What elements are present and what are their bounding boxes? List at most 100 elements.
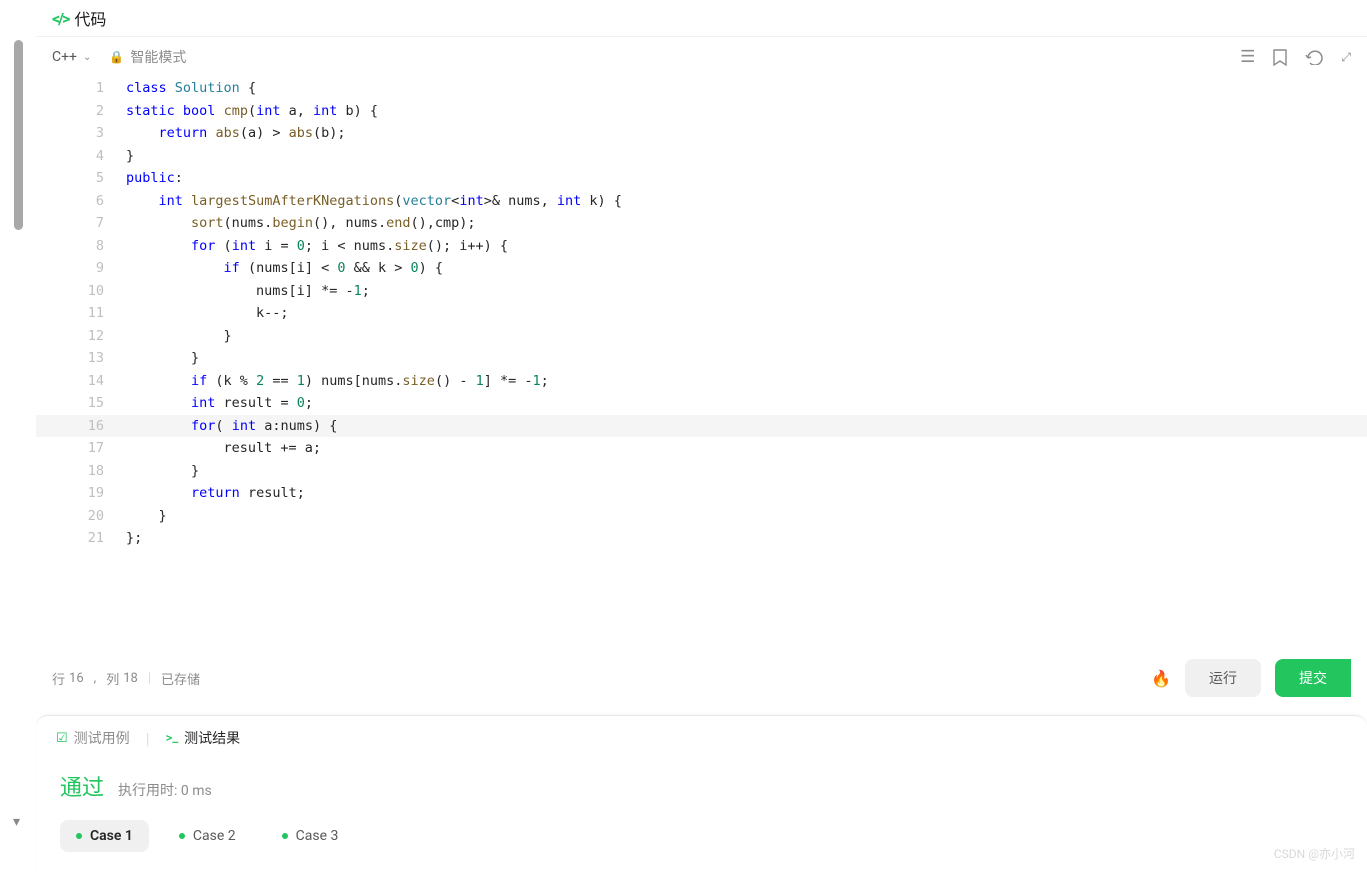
code-line[interactable]: 3 return abs(a) > abs(b);	[36, 122, 1367, 145]
tab-result[interactable]: >_ 测试结果	[166, 728, 241, 748]
line-number: 16	[36, 415, 126, 438]
code-content: int result = 0;	[126, 392, 313, 415]
scrollbar-down-arrow[interactable]: ▾	[13, 814, 20, 830]
results-tabs: ☑ 测试用例 | >_ 测试结果	[36, 716, 1367, 760]
code-line[interactable]: 18 }	[36, 460, 1367, 483]
line-number: 13	[36, 347, 126, 370]
status-bar: 行 16, 列 18 | 已存储 🔥 运行 提交	[36, 644, 1367, 711]
timing: 执行用时: 0 ms	[118, 780, 212, 800]
case-list: Case 1 Case 2 Case 3	[60, 820, 1343, 852]
line-number: 9	[36, 257, 126, 280]
line-number: 10	[36, 280, 126, 303]
saved-label: 已存储	[161, 669, 200, 688]
list-icon[interactable]: ☰	[1240, 47, 1255, 67]
line-number: 18	[36, 460, 126, 483]
code-line[interactable]: 20 }	[36, 505, 1367, 528]
panel-header: </> 代码	[36, 0, 1367, 37]
code-content: public:	[126, 167, 183, 190]
fire-icon[interactable]: 🔥	[1151, 669, 1171, 688]
code-line[interactable]: 16 for( int a:nums) {	[36, 415, 1367, 438]
undo-icon[interactable]	[1305, 49, 1323, 65]
result-body: 通过 执行用时: 0 ms Case 1 Case 2 Case 3	[36, 760, 1367, 872]
code-line[interactable]: 6 int largestSumAfterKNegations(vector<i…	[36, 190, 1367, 213]
code-content: for( int a:nums) {	[126, 415, 337, 438]
line-number: 12	[36, 325, 126, 348]
case-label: Case 2	[193, 828, 236, 844]
smart-mode: 🔒 智能模式	[109, 47, 186, 67]
code-line[interactable]: 5public:	[36, 167, 1367, 190]
code-line[interactable]: 12 }	[36, 325, 1367, 348]
case-button[interactable]: Case 2	[163, 820, 252, 852]
line-number: 5	[36, 167, 126, 190]
case-button[interactable]: Case 1	[60, 820, 149, 852]
code-content: };	[126, 527, 142, 550]
status-dot-icon	[282, 833, 288, 839]
line-number: 7	[36, 212, 126, 235]
code-line[interactable]: 1class Solution {	[36, 77, 1367, 100]
panel-title: 代码	[74, 6, 106, 30]
code-line[interactable]: 15 int result = 0;	[36, 392, 1367, 415]
code-content: nums[i] *= -1;	[126, 280, 370, 303]
toolbar-right: ☰ ⤢	[1240, 47, 1351, 67]
main-panel: </> 代码 C++ ⌄ 🔒 智能模式 ☰ ⤢ 1class Solution …	[36, 0, 1367, 872]
code-line[interactable]: 2static bool cmp(int a, int b) {	[36, 100, 1367, 123]
language-label: C++	[52, 49, 77, 65]
code-content: if (k % 2 == 1) nums[nums.size() - 1] *=…	[126, 370, 549, 393]
line-number: 8	[36, 235, 126, 258]
status-dot-icon	[179, 833, 185, 839]
editor-toolbar: C++ ⌄ 🔒 智能模式 ☰ ⤢	[36, 37, 1367, 77]
submit-button[interactable]: 提交	[1275, 659, 1351, 697]
code-editor[interactable]: 1class Solution {2static bool cmp(int a,…	[36, 77, 1367, 644]
code-line[interactable]: 11 k--;	[36, 302, 1367, 325]
code-line[interactable]: 4}	[36, 145, 1367, 168]
terminal-icon: >_	[166, 731, 179, 746]
code-line[interactable]: 19 return result;	[36, 482, 1367, 505]
code-line[interactable]: 21};	[36, 527, 1367, 550]
code-content: }	[126, 325, 232, 348]
bookmark-icon[interactable]	[1273, 49, 1287, 66]
code-content: }	[126, 505, 167, 528]
line-number: 20	[36, 505, 126, 528]
case-label: Case 1	[90, 828, 133, 844]
cursor-col-label: 列	[106, 669, 119, 688]
code-content: return result;	[126, 482, 305, 505]
code-line[interactable]: 17 result += a;	[36, 437, 1367, 460]
checkbox-icon: ☑	[56, 731, 68, 746]
tab-separator: |	[146, 729, 150, 748]
case-label: Case 3	[296, 828, 339, 844]
code-line[interactable]: 14 if (k % 2 == 1) nums[nums.size() - 1]…	[36, 370, 1367, 393]
chevron-down-icon: ⌄	[83, 52, 91, 63]
code-content: }	[126, 145, 134, 168]
tab-label: 测试用例	[74, 728, 130, 748]
code-content: }	[126, 460, 199, 483]
code-line[interactable]: 7 sort(nums.begin(), nums.end(),cmp);	[36, 212, 1367, 235]
expand-icon[interactable]: ⤢	[1341, 50, 1351, 65]
code-line[interactable]: 8 for (int i = 0; i < nums.size(); i++) …	[36, 235, 1367, 258]
line-number: 6	[36, 190, 126, 213]
tab-label: 测试结果	[184, 728, 240, 748]
line-number: 17	[36, 437, 126, 460]
cursor-row: 16	[69, 671, 84, 686]
code-content: result += a;	[126, 437, 321, 460]
code-line[interactable]: 10 nums[i] *= -1;	[36, 280, 1367, 303]
line-number: 1	[36, 77, 126, 100]
run-button[interactable]: 运行	[1185, 659, 1261, 697]
cursor-col: 18	[123, 671, 138, 686]
line-number: 4	[36, 145, 126, 168]
watermark: CSDN @亦小河	[1274, 845, 1355, 862]
code-icon: </>	[52, 9, 68, 28]
code-content: }	[126, 347, 199, 370]
pass-row: 通过 执行用时: 0 ms	[60, 770, 1343, 802]
tab-testcases[interactable]: ☑ 测试用例	[56, 728, 130, 748]
mode-label: 智能模式	[130, 47, 186, 67]
code-content: return abs(a) > abs(b);	[126, 122, 346, 145]
status-dot-icon	[76, 833, 82, 839]
line-number: 19	[36, 482, 126, 505]
line-number: 11	[36, 302, 126, 325]
case-button[interactable]: Case 3	[266, 820, 355, 852]
code-line[interactable]: 13 }	[36, 347, 1367, 370]
status-right: 🔥 运行 提交	[1151, 659, 1351, 697]
code-line[interactable]: 9 if (nums[i] < 0 && k > 0) {	[36, 257, 1367, 280]
language-selector[interactable]: C++ ⌄	[52, 49, 91, 65]
scrollbar-thumb[interactable]	[14, 40, 23, 230]
